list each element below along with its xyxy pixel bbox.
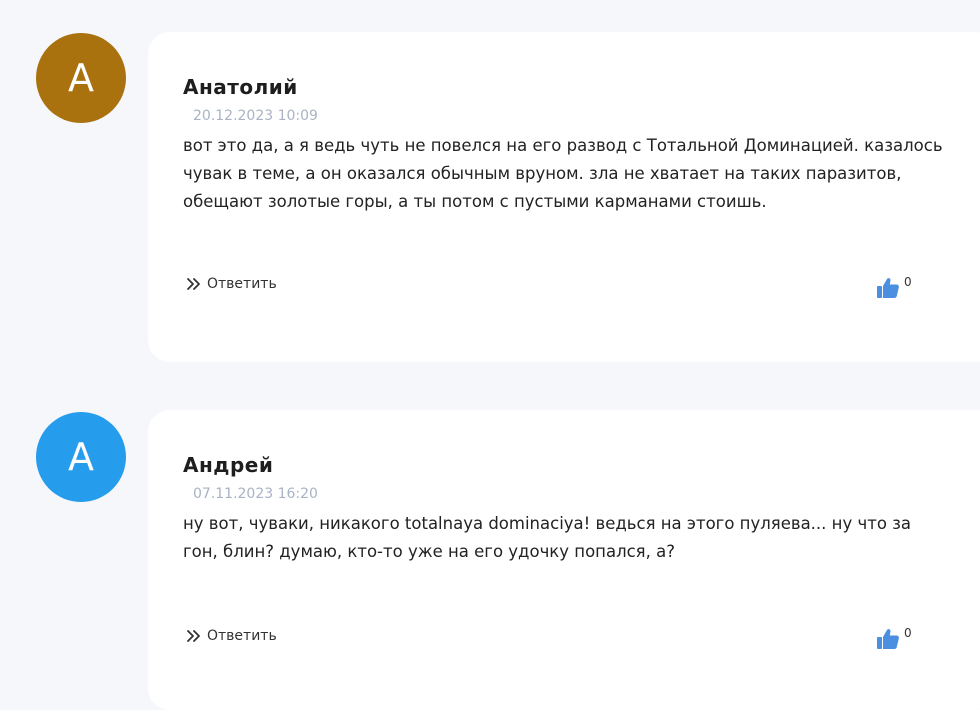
like-count: 0 <box>904 626 912 640</box>
comment-date: 07.11.2023 16:20 <box>193 486 318 502</box>
comment-item: А Анатолий 20.12.2023 10:09 вот это да, … <box>0 0 980 380</box>
comment-text: ну вот, чуваки, никакого totalnaya domin… <box>183 514 912 561</box>
like-count: 0 <box>904 275 912 289</box>
double-chevron-right-icon <box>186 277 203 291</box>
comment-author: Анатолий <box>183 75 298 99</box>
comment-author: Андрей <box>183 453 274 477</box>
like-button[interactable]: 0 <box>876 626 912 654</box>
thumbs-up-icon <box>876 628 900 654</box>
reply-button[interactable]: Ответить <box>186 276 277 292</box>
thumbs-up-icon <box>876 277 900 303</box>
avatar: А <box>36 412 126 502</box>
comment-text: вот это да, а я ведь чуть не повелся на … <box>183 136 943 211</box>
comment-card: Андрей 07.11.2023 16:20 ну вот, чуваки, … <box>148 410 980 710</box>
like-button[interactable]: 0 <box>876 275 912 303</box>
reply-label: Ответить <box>207 276 277 292</box>
avatar: А <box>36 33 126 123</box>
comment-item: А Андрей 07.11.2023 16:20 ну вот, чуваки… <box>0 380 980 710</box>
double-chevron-right-icon <box>186 629 203 643</box>
comment-card: Анатолий 20.12.2023 10:09 вот это да, а … <box>148 32 980 362</box>
reply-label: Ответить <box>207 628 277 644</box>
reply-button[interactable]: Ответить <box>186 628 277 644</box>
comment-date: 20.12.2023 10:09 <box>193 108 318 124</box>
